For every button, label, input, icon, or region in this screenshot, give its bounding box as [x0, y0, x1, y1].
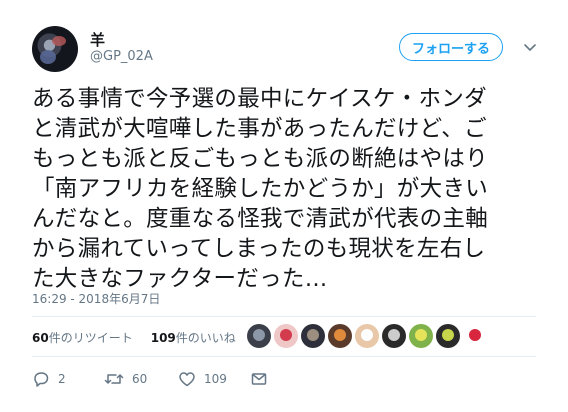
reply-count: 2 [58, 372, 66, 386]
divider [32, 316, 536, 317]
liker-avatar-detail [280, 329, 292, 341]
tweet-text-line: 「南アフリカを経験したかどうか」が大きい [32, 176, 489, 202]
tweet-text-line: もっとも派と反ごもっとも派の断絶はやはり [32, 146, 489, 172]
avatar[interactable] [32, 26, 78, 72]
tweet-text-line: んだなと。度重なる怪我で清武が代表の主軸 [32, 206, 489, 232]
like-button[interactable]: 109 [178, 370, 227, 388]
liker-avatar-detail [361, 329, 373, 341]
liker-avatar-detail [442, 329, 454, 341]
like-count: 109 [204, 372, 227, 386]
chevron-down-icon[interactable] [521, 38, 539, 56]
avatar-highlight [52, 36, 66, 46]
follow-button[interactable]: フォローする [399, 33, 503, 61]
liker-avatar[interactable] [409, 324, 433, 348]
retweet-icon [104, 370, 124, 388]
tweet-text: ある事情で今予選の最中にケイスケ・ホンダ と清武が大喧嘩した事があったんだけど、… [32, 84, 552, 294]
reply-button[interactable]: 2 [32, 370, 66, 388]
liker-avatar[interactable] [355, 324, 379, 348]
tweet-actions: 2 60 109 [32, 370, 292, 390]
like-stat-label: 件のいいね [175, 331, 236, 345]
divider [32, 356, 536, 357]
liker-avatar[interactable] [247, 324, 271, 348]
liker-avatar[interactable] [463, 324, 487, 348]
timestamp[interactable]: 16:29 - 2018年6月7日 [32, 290, 160, 307]
like-stat-count: 109 [150, 331, 176, 345]
retweet-stat-count: 60 [32, 331, 49, 345]
liker-avatar[interactable] [436, 324, 460, 348]
liker-avatar-detail [307, 329, 319, 341]
tweet-text-line: ある事情で今予選の最中にケイスケ・ホンダ [32, 86, 487, 112]
liker-avatar-detail [415, 329, 427, 341]
tweet-card: 羊 @GP_02A フォローする ある事情で今予選の最中にケイスケ・ホンダ と清… [0, 0, 568, 412]
liker-avatar-detail [469, 329, 481, 341]
liker-avatar[interactable] [382, 324, 406, 348]
avatar-highlight [40, 50, 56, 64]
liker-avatar[interactable] [274, 324, 298, 348]
reply-icon [32, 370, 50, 388]
dm-button[interactable] [250, 370, 268, 388]
heart-icon [178, 370, 196, 388]
liker-avatar[interactable] [301, 324, 325, 348]
retweet-stat-label: 件のリツイート [48, 331, 133, 345]
liker-avatar-detail [253, 329, 265, 341]
tweet-stats: 60件のリツイート 109件のいいね [32, 329, 236, 346]
envelope-icon [250, 370, 268, 388]
retweet-stat[interactable]: 60件のリツイート [32, 329, 133, 346]
tweet-text-line: から漏れていってしまったのも現状を左右し [32, 236, 486, 262]
liker-avatar[interactable] [328, 324, 352, 348]
user-name[interactable]: 羊 [90, 29, 105, 50]
retweet-button[interactable]: 60 [104, 370, 147, 388]
retweet-count: 60 [132, 372, 148, 386]
like-stat[interactable]: 109件のいいね [151, 329, 236, 346]
liker-avatar-detail [334, 329, 346, 341]
liker-avatar-detail [388, 329, 400, 341]
tweet-text-line: と清武が大喧嘩した事があったんだけど、ご [32, 116, 487, 142]
liker-avatars [247, 324, 487, 348]
user-handle[interactable]: @GP_02A [90, 49, 153, 64]
